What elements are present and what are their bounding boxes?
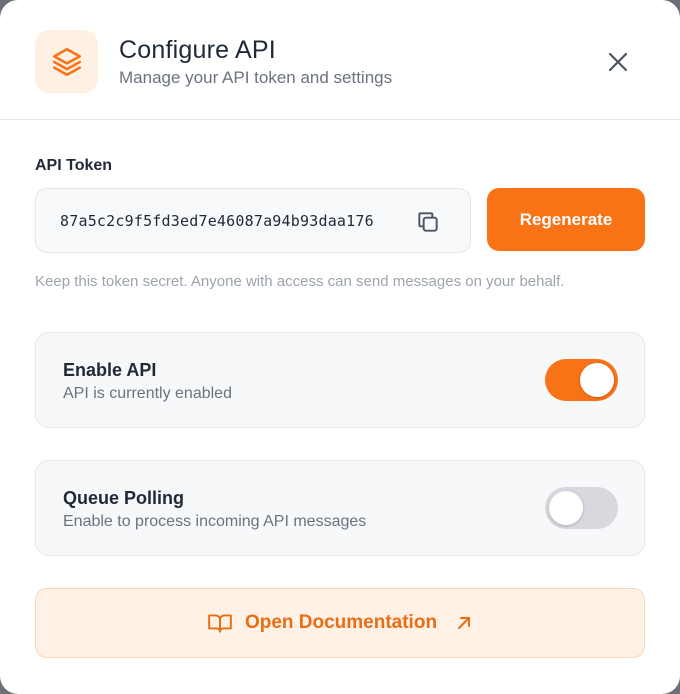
dialog-subtitle: Manage your API token and settings <box>119 68 393 87</box>
enable-api-description: API is currently enabled <box>63 385 232 402</box>
enable-api-card: Enable API API is currently enabled <box>35 332 645 428</box>
close-icon <box>608 52 628 72</box>
dialog-header: Configure API Manage your API token and … <box>0 0 680 120</box>
api-token-label: API Token <box>35 157 113 174</box>
queue-polling-card: Queue Polling Enable to process incoming… <box>35 460 645 556</box>
toggle-knob <box>549 491 583 525</box>
queue-polling-title: Queue Polling <box>63 488 185 508</box>
token-hint: Keep this token secret. Anyone with acce… <box>35 273 565 290</box>
copy-token-button[interactable] <box>413 207 443 237</box>
queue-polling-toggle[interactable] <box>545 487 618 529</box>
api-token-field[interactable]: 87a5c2c9f5fd3ed7e46087a94b93daa176 <box>35 188 471 253</box>
enable-api-toggle[interactable] <box>545 359 618 401</box>
configure-api-dialog: Configure API Manage your API token and … <box>0 0 680 694</box>
queue-polling-description: Enable to process incoming API messages <box>63 513 367 530</box>
api-token-value[interactable]: 87a5c2c9f5fd3ed7e46087a94b93daa176 <box>60 212 374 230</box>
dialog-title: Configure API <box>119 36 276 64</box>
open-documentation-button[interactable]: Open Documentation <box>35 588 645 658</box>
enable-api-title: Enable API <box>63 360 157 380</box>
arrow-up-right-icon <box>458 617 471 629</box>
layers-icon <box>35 30 98 93</box>
book-open-icon <box>208 614 232 633</box>
open-documentation-label: Open Documentation <box>244 612 438 633</box>
copy-icon <box>418 212 438 232</box>
regenerate-button[interactable]: Regenerate <box>487 188 645 251</box>
toggle-knob <box>580 363 614 397</box>
close-button[interactable] <box>600 44 636 80</box>
